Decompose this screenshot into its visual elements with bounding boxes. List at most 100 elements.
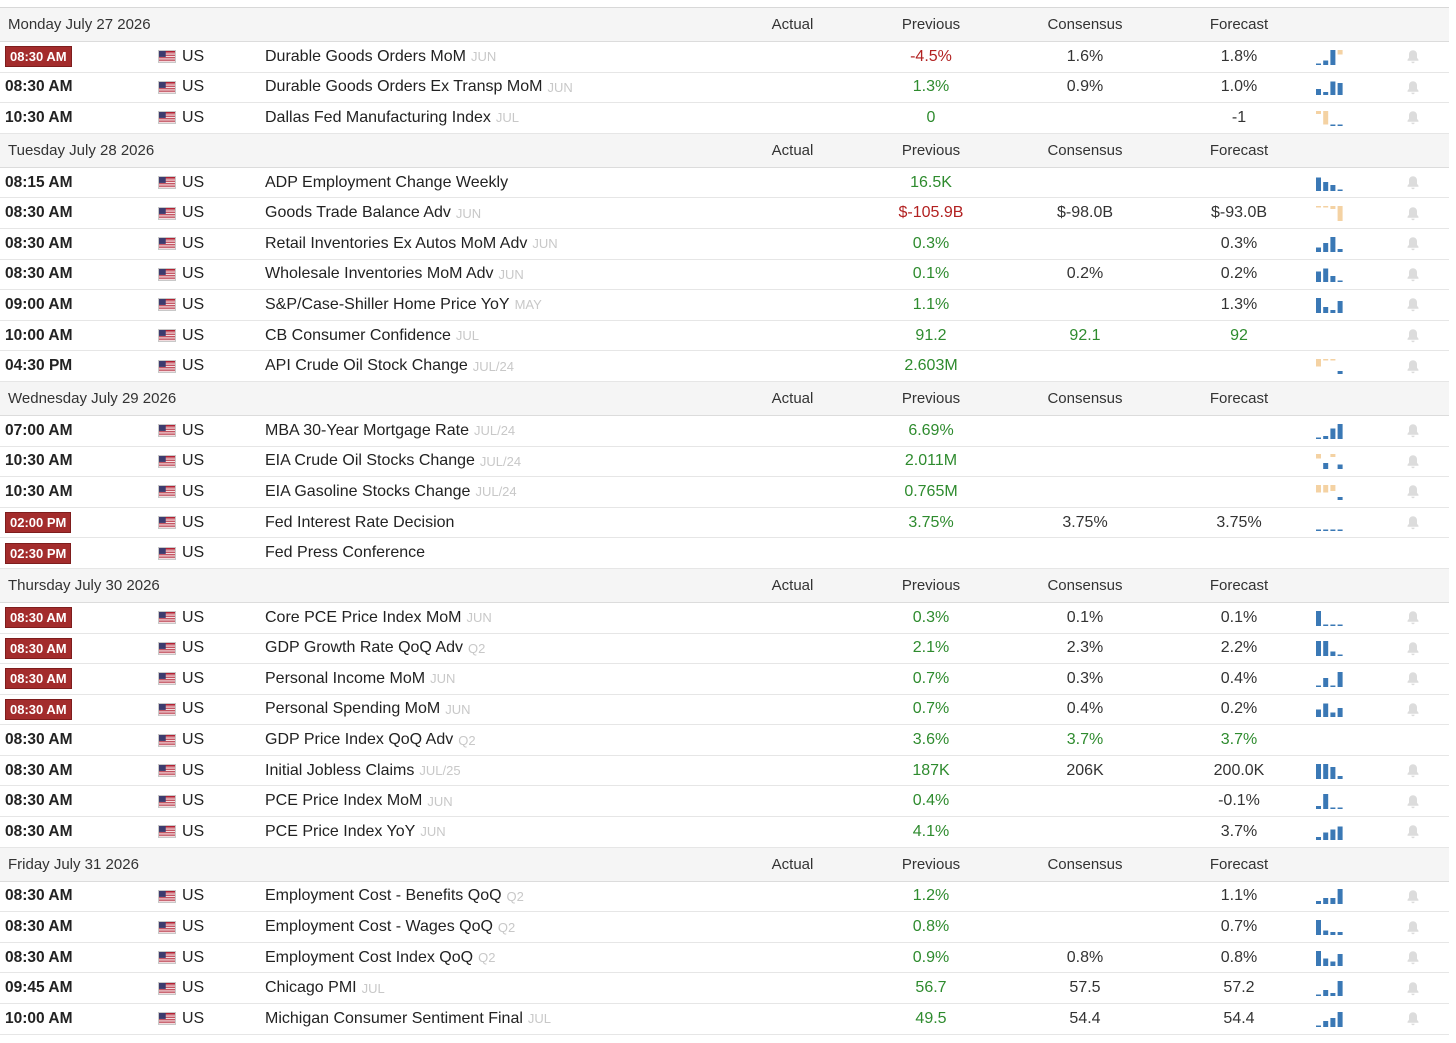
event-row[interactable]: 08:30 AM US Personal Spending MoM JUN 0.7…	[0, 694, 1449, 726]
event-country[interactable]: US	[158, 817, 204, 847]
event-row[interactable]: 08:30 AM US Core PCE Price Index MoM JUN …	[0, 602, 1449, 634]
col-previous-header[interactable]: Previous	[880, 134, 982, 167]
col-actual-header[interactable]: Actual	[740, 848, 845, 881]
event-name-cell[interactable]: GDP Price Index QoQ Adv Q2	[265, 725, 476, 755]
event-sparkline[interactable]	[1316, 664, 1350, 694]
event-sparkline[interactable]	[1316, 73, 1350, 103]
event-alert[interactable]	[1404, 198, 1422, 228]
event-row[interactable]: 08:30 AM US PCE Price Index MoM JUN 0.4% …	[0, 786, 1449, 818]
bell-icon[interactable]	[1406, 794, 1420, 809]
event-name-cell[interactable]: Retail Inventories Ex Autos MoM Adv JUN	[265, 229, 558, 259]
event-name[interactable]: Durable Goods Orders Ex Transp MoM	[265, 78, 542, 96]
event-alert[interactable]	[1404, 416, 1422, 446]
bell-icon[interactable]	[1406, 1011, 1420, 1026]
bell-icon[interactable]	[1406, 950, 1420, 965]
event-sparkline[interactable]	[1316, 1004, 1350, 1034]
event-name-cell[interactable]: Wholesale Inventories MoM Adv JUN	[265, 260, 524, 290]
event-name-cell[interactable]: Initial Jobless Claims JUL/25	[265, 756, 461, 786]
event-alert[interactable]	[1404, 73, 1422, 103]
bell-icon[interactable]	[1406, 671, 1420, 686]
col-previous-header[interactable]: Previous	[880, 8, 982, 41]
col-previous-header[interactable]: Previous	[880, 848, 982, 881]
event-row[interactable]: 08:30 AM US Initial Jobless Claims JUL/25…	[0, 755, 1449, 787]
event-row[interactable]: 08:30 AM US Durable Goods Orders Ex Tran…	[0, 72, 1449, 104]
event-alert[interactable]	[1404, 168, 1422, 198]
event-alert[interactable]	[1404, 103, 1422, 133]
event-name[interactable]: Durable Goods Orders MoM	[265, 48, 466, 66]
event-row[interactable]: 08:30 AM US Employment Cost Index QoQ Q2 …	[0, 942, 1449, 974]
event-alert[interactable]	[1404, 321, 1422, 351]
event-name[interactable]: Fed Interest Rate Decision	[265, 514, 454, 532]
event-country[interactable]: US	[158, 290, 204, 320]
event-alert[interactable]	[1404, 973, 1422, 1003]
event-sparkline[interactable]	[1316, 603, 1350, 633]
event-name[interactable]: Personal Spending MoM	[265, 700, 440, 718]
bell-icon[interactable]	[1406, 981, 1420, 996]
event-sparkline[interactable]	[1316, 943, 1350, 973]
event-row[interactable]: 08:30 AM US PCE Price Index YoY JUN 4.1% …	[0, 817, 1449, 848]
event-country[interactable]: US	[158, 756, 204, 786]
event-alert[interactable]	[1404, 634, 1422, 664]
event-sparkline[interactable]	[1316, 912, 1350, 942]
event-name[interactable]: Wholesale Inventories MoM Adv	[265, 265, 494, 283]
event-country[interactable]: US	[158, 447, 204, 477]
event-row[interactable]: 10:30 AM US EIA Crude Oil Stocks Change J…	[0, 446, 1449, 478]
col-previous-header[interactable]: Previous	[880, 382, 982, 415]
event-country[interactable]: US	[158, 508, 204, 538]
event-country[interactable]: US	[158, 882, 204, 912]
event-country[interactable]: US	[158, 351, 204, 381]
event-country[interactable]: US	[158, 42, 204, 72]
event-name[interactable]: PCE Price Index YoY	[265, 823, 415, 841]
bell-icon[interactable]	[1406, 359, 1420, 374]
event-row[interactable]: 08:30 AM US GDP Price Index QoQ Adv Q2 3.…	[0, 725, 1449, 756]
event-row[interactable]: 09:45 AM US Chicago PMI JUL 56.7 57.5 57.…	[0, 973, 1449, 1005]
event-name[interactable]: API Crude Oil Stock Change	[265, 357, 468, 375]
event-name-cell[interactable]: GDP Growth Rate QoQ Adv Q2	[265, 634, 485, 664]
event-row[interactable]: 08:30 AM US Durable Goods Orders MoM JUN …	[0, 42, 1449, 73]
event-name-cell[interactable]: S&P/Case-Shiller Home Price YoY MAY	[265, 290, 542, 320]
event-sparkline[interactable]	[1316, 351, 1350, 381]
bell-icon[interactable]	[1406, 889, 1420, 904]
event-alert[interactable]	[1404, 756, 1422, 786]
event-sparkline[interactable]	[1316, 260, 1350, 290]
bell-icon[interactable]	[1406, 175, 1420, 190]
col-forecast-header[interactable]: Forecast	[1188, 8, 1290, 41]
event-name[interactable]: Initial Jobless Claims	[265, 762, 414, 780]
event-alert[interactable]	[1404, 447, 1422, 477]
bell-icon[interactable]	[1406, 423, 1420, 438]
event-name-cell[interactable]: PCE Price Index MoM JUN	[265, 786, 453, 816]
event-row[interactable]: 04:30 PM US API Crude Oil Stock Change JU…	[0, 351, 1449, 382]
col-previous-header[interactable]: Previous	[880, 569, 982, 602]
event-country[interactable]: US	[158, 103, 204, 133]
bell-icon[interactable]	[1406, 641, 1420, 656]
event-country[interactable]: US	[158, 168, 204, 198]
event-row[interactable]: 07:00 AM US MBA 30-Year Mortgage Rate JUL…	[0, 415, 1449, 447]
event-country[interactable]: US	[158, 912, 204, 942]
event-alert[interactable]	[1404, 477, 1422, 507]
event-row[interactable]: 08:30 AM US Retail Inventories Ex Autos …	[0, 228, 1449, 260]
event-name-cell[interactable]: Employment Cost Index QoQ Q2	[265, 943, 495, 973]
event-row[interactable]: 08:30 AM US Employment Cost - Benefits Q…	[0, 881, 1449, 913]
event-sparkline[interactable]	[1316, 42, 1350, 72]
event-country[interactable]: US	[158, 725, 204, 755]
event-sparkline[interactable]	[1316, 538, 1350, 568]
event-name[interactable]: S&P/Case-Shiller Home Price YoY	[265, 296, 510, 314]
event-sparkline[interactable]	[1316, 634, 1350, 664]
event-sparkline[interactable]	[1316, 447, 1350, 477]
col-actual-header[interactable]: Actual	[740, 382, 845, 415]
event-name-cell[interactable]: Personal Spending MoM JUN	[265, 695, 471, 725]
event-country[interactable]: US	[158, 198, 204, 228]
bell-icon[interactable]	[1406, 49, 1420, 64]
event-alert[interactable]	[1404, 817, 1422, 847]
event-country[interactable]: US	[158, 477, 204, 507]
event-name[interactable]: Employment Cost Index QoQ	[265, 949, 473, 967]
event-country[interactable]: US	[158, 229, 204, 259]
bell-icon[interactable]	[1406, 610, 1420, 625]
col-forecast-header[interactable]: Forecast	[1188, 134, 1290, 167]
bell-icon[interactable]	[1406, 110, 1420, 125]
event-country[interactable]: US	[158, 538, 204, 568]
event-name[interactable]: Dallas Fed Manufacturing Index	[265, 109, 491, 127]
event-row[interactable]: 10:00 AM US CB Consumer Confidence JUL 91…	[0, 320, 1449, 352]
event-row[interactable]: 08:15 AM US ADP Employment Change Weekly…	[0, 167, 1449, 199]
event-country[interactable]: US	[158, 1004, 204, 1034]
